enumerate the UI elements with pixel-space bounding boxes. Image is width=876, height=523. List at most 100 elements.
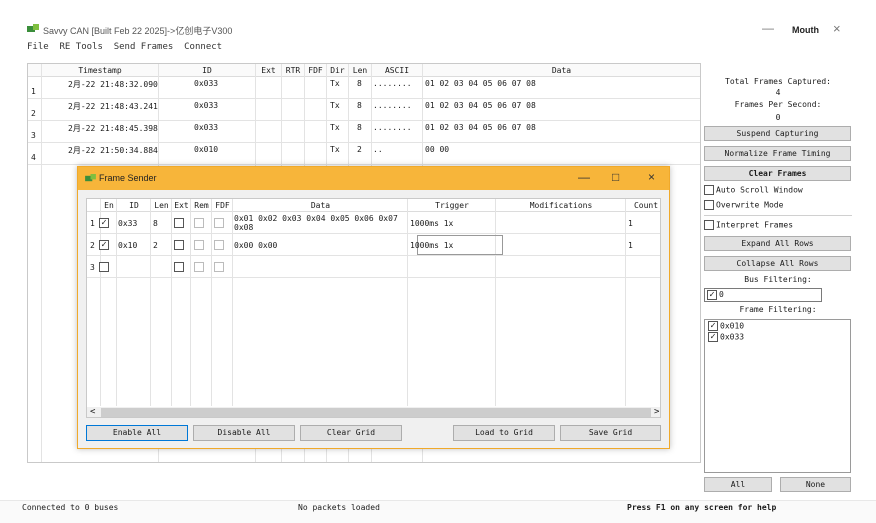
scrollbar-thumb[interactable] [101, 408, 651, 417]
rem-checkbox[interactable] [194, 218, 204, 228]
col-rem[interactable]: Rem [191, 201, 212, 210]
col-data[interactable]: Data [423, 66, 700, 75]
window-titlebar: Savvy CAN [Built Feb 22 2025]->亿创电子V300 … [0, 18, 876, 42]
suspend-capturing-button[interactable]: Suspend Capturing [704, 126, 851, 141]
ext-checkbox[interactable] [174, 262, 184, 272]
maximize-icon[interactable]: □ [612, 170, 619, 184]
col-fdf[interactable]: FDF [212, 201, 233, 210]
enable-all-button[interactable]: Enable All [86, 425, 188, 441]
table-row[interactable]: 2 2月-22 21:48:43.241 0x033 Tx 8 ........… [28, 99, 700, 121]
col-id[interactable]: ID [117, 201, 151, 210]
col-trigger[interactable]: Trigger [408, 201, 496, 210]
interpret-frames-checkbox[interactable]: Interpret Frames [704, 220, 793, 232]
cell-data-continued: 0x08 [234, 223, 254, 232]
rem-checkbox[interactable] [194, 240, 204, 250]
cell-id: 0x33 [118, 219, 138, 228]
menu-send-frames[interactable]: Send Frames [114, 42, 174, 52]
menu-connect[interactable]: Connect [184, 42, 222, 52]
enable-checkbox[interactable] [99, 262, 109, 272]
col-count[interactable]: Count [626, 201, 660, 210]
cell-timestamp: 2月-22 21:48:45.398 [68, 124, 158, 133]
col-data[interactable]: Data [233, 201, 408, 210]
enable-checkbox[interactable]: ✓ [99, 240, 109, 250]
fdf-checkbox[interactable] [214, 262, 224, 272]
check-icon[interactable]: ✓ [708, 321, 718, 331]
col-ext[interactable]: Ext [256, 66, 281, 75]
cell-ascii: .. [373, 145, 383, 154]
list-item[interactable]: ✓ 0x010 [708, 321, 744, 331]
normalize-timing-button[interactable]: Normalize Frame Timing [704, 146, 851, 161]
cell-ascii: ........ [373, 123, 412, 132]
col-ascii[interactable]: ASCII [372, 66, 422, 75]
bus-filter-input[interactable]: ✓ 0 [704, 288, 822, 302]
collapse-all-rows-button[interactable]: Collapse All Rows [704, 256, 851, 271]
disable-all-button[interactable]: Disable All [193, 425, 295, 441]
fdf-checkbox[interactable] [214, 218, 224, 228]
col-len[interactable]: Len [151, 201, 172, 210]
cell-trigger: 1000ms 1x [410, 219, 454, 228]
scroll-right-icon[interactable]: > [654, 407, 659, 417]
table-row[interactable]: 1 ✓ 0x33 8 0x01 0x02 0x03 0x04 0x05 0x06… [87, 213, 660, 234]
cell-timestamp: 2月-22 21:48:32.090 [68, 80, 158, 89]
app-icon [27, 24, 39, 32]
frame-sender-grid[interactable]: En ID Len Ext Rem FDF Data Trigger Modif… [86, 198, 661, 418]
col-timestamp[interactable]: Timestamp [42, 66, 158, 75]
col-dir[interactable]: Dir [327, 66, 348, 75]
table-row[interactable]: 3 2月-22 21:48:45.398 0x033 Tx 8 ........… [28, 121, 700, 143]
col-rtr[interactable]: RTR [282, 66, 304, 75]
rem-checkbox[interactable] [194, 262, 204, 272]
frame-sender-dialog: Frame Sender — □ × En ID Len Ext Rem FDF… [77, 166, 670, 449]
close-icon[interactable]: × [648, 170, 655, 184]
fps-label: Frames Per Second: [734, 100, 822, 109]
cell-id: 0x10 [118, 241, 138, 250]
col-len[interactable]: Len [349, 66, 371, 75]
horizontal-scrollbar[interactable]: < > [87, 407, 660, 417]
cell-len: 8 [357, 79, 362, 88]
auto-scroll-label: Auto Scroll Window [716, 185, 803, 195]
col-id[interactable]: ID [159, 66, 255, 75]
filter-all-button[interactable]: All [704, 477, 772, 492]
close-icon[interactable]: × [833, 21, 841, 36]
auto-scroll-checkbox[interactable]: Auto Scroll Window [704, 185, 803, 197]
minimize-icon[interactable]: — [578, 170, 590, 184]
cell-ascii: ........ [373, 101, 412, 110]
check-icon[interactable]: ✓ [708, 332, 718, 342]
save-grid-button[interactable]: Save Grid [560, 425, 661, 441]
table-row[interactable]: 1 2月-22 21:48:32.090 0x033 Tx 8 ........… [28, 77, 700, 99]
col-ext[interactable]: Ext [172, 201, 191, 210]
ext-checkbox[interactable] [174, 218, 184, 228]
enable-checkbox[interactable]: ✓ [99, 218, 109, 228]
menu-file[interactable]: File [27, 42, 49, 52]
checkbox-box[interactable] [704, 185, 714, 195]
menu-bar: File RE Tools Send Frames Connect [27, 42, 228, 54]
cell-trigger: 1000ms 1x [410, 241, 454, 250]
list-item[interactable]: ✓ 0x033 [708, 332, 744, 342]
filter-none-button[interactable]: None [780, 477, 851, 492]
frame-sender-titlebar[interactable]: Frame Sender — □ × [78, 167, 669, 190]
col-en[interactable]: En [101, 201, 117, 210]
cell-len: 2 [153, 241, 158, 250]
checkbox-box[interactable] [704, 220, 714, 230]
table-row[interactable]: 4 2月-22 21:50:34.884 0x010 Tx 2 .. 00 00 [28, 143, 700, 165]
frame-filter-list[interactable]: ✓ 0x010 ✓ 0x033 [704, 319, 851, 473]
frame-filter-label: 0x010 [720, 321, 745, 331]
row-number: 1 [31, 87, 36, 96]
cell-data: 0x00 0x00 [234, 241, 278, 250]
fdf-checkbox[interactable] [214, 240, 224, 250]
checkbox-box[interactable] [704, 200, 714, 210]
clear-grid-button[interactable]: Clear Grid [300, 425, 402, 441]
load-grid-button[interactable]: Load to Grid [453, 425, 555, 441]
expand-all-rows-button[interactable]: Expand All Rows [704, 236, 851, 251]
check-icon[interactable]: ✓ [707, 289, 717, 300]
col-modifications[interactable]: Modifications [496, 201, 626, 210]
col-fdf[interactable]: FDF [305, 66, 326, 75]
ext-checkbox[interactable] [174, 240, 184, 250]
overwrite-mode-checkbox[interactable]: Overwrite Mode [704, 200, 783, 212]
scroll-left-icon[interactable]: < [90, 407, 95, 417]
minimize-icon[interactable]: — [762, 21, 774, 35]
menu-re-tools[interactable]: RE Tools [60, 42, 103, 52]
table-row[interactable]: 2 ✓ 0x10 2 0x00 0x00 1000ms 1x 1 [87, 235, 660, 256]
row-number: 2 [90, 241, 95, 250]
clear-frames-button[interactable]: Clear Frames [704, 166, 851, 181]
table-row[interactable]: 3 [87, 257, 660, 278]
